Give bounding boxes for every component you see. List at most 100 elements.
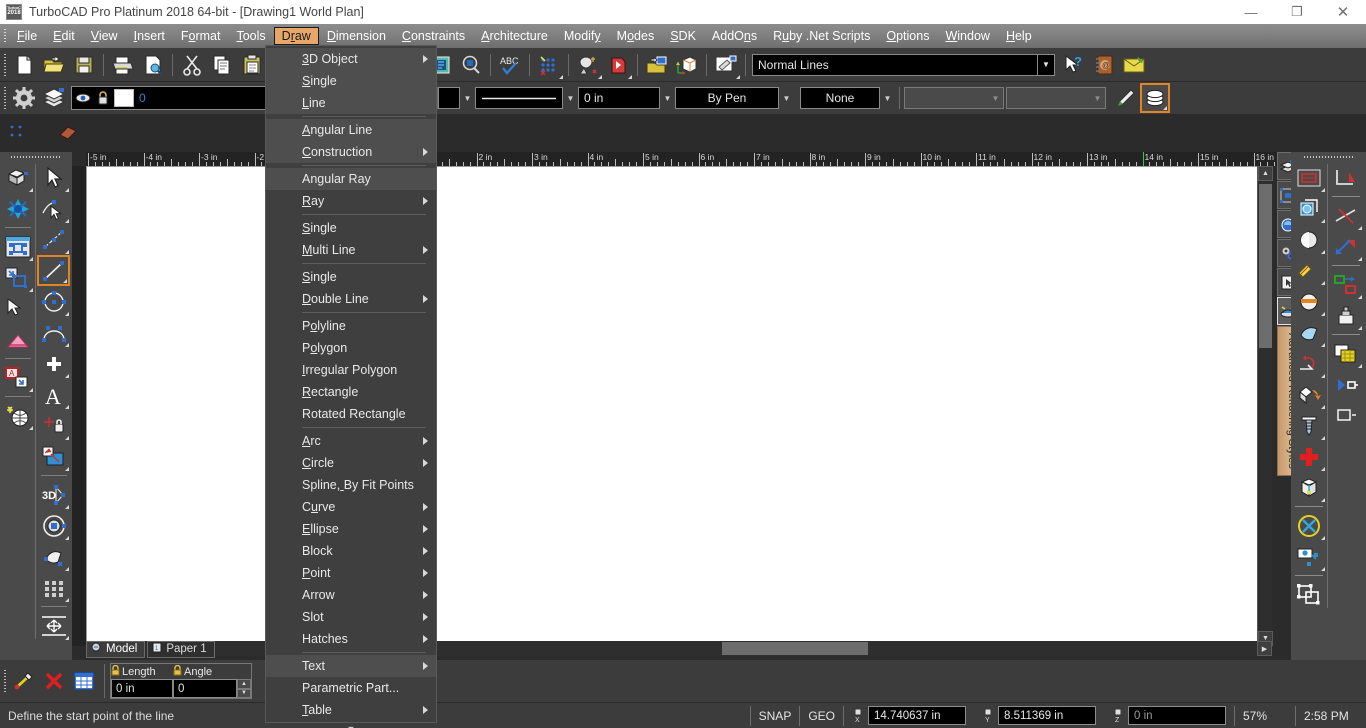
scroll-up-button[interactable]: ▲: [1258, 166, 1273, 181]
line-style-combo[interactable]: Normal Lines: [752, 53, 1038, 76]
menu-format[interactable]: Format: [173, 27, 229, 45]
right-dock-grip[interactable]: [1291, 152, 1366, 162]
menu-view[interactable]: View: [83, 27, 126, 45]
help-cursor-icon[interactable]: ?: [1059, 50, 1089, 80]
menu-item-spline-by-fit-points[interactable]: Spline, By Fit Points: [266, 474, 436, 496]
tool-snap-settings[interactable]: [1, 193, 34, 224]
tool-render-scene[interactable]: A: [1, 362, 34, 393]
layers-icon[interactable]: [39, 83, 69, 113]
tool-circle[interactable]: [37, 286, 70, 317]
menu-options[interactable]: Options: [878, 27, 937, 45]
menu-item-curve[interactable]: Curve: [266, 496, 436, 518]
tab-paper-1[interactable]: 1 Paper 1: [147, 640, 215, 658]
new-file-icon[interactable]: [9, 50, 39, 80]
tool-point[interactable]: [37, 348, 70, 379]
tool-image-fill[interactable]: [37, 441, 70, 472]
line-style-combo-arrow[interactable]: ▼: [1038, 53, 1055, 76]
tool-3d-object[interactable]: 3D: [37, 479, 70, 510]
menubar-grip[interactable]: [0, 24, 9, 48]
left-dock-grip[interactable]: [0, 152, 72, 162]
address-book-icon[interactable]: @: [1089, 50, 1119, 80]
menu-modes[interactable]: Modes: [609, 27, 663, 45]
menu-insert[interactable]: Insert: [126, 27, 173, 45]
vertical-scroll-thumb[interactable]: [1259, 184, 1272, 348]
menu-item-ellipse[interactable]: Ellipse: [266, 518, 436, 540]
menu-scroll-down-icon[interactable]: ▼: [266, 721, 436, 728]
menu-item-text[interactable]: Text: [266, 655, 436, 677]
maximize-button[interactable]: ❐: [1274, 0, 1320, 24]
tool-angle-measure[interactable]: [1329, 162, 1363, 193]
menu-sdk[interactable]: SDK: [662, 27, 704, 45]
magic-wand-icon[interactable]: [9, 666, 39, 696]
menu-item-3d-object[interactable]: 3D Object: [266, 48, 436, 70]
menu-item-construction[interactable]: Construction: [266, 141, 436, 163]
menu-item-slot[interactable]: Slot: [266, 606, 436, 628]
lock-icon[interactable]: [173, 664, 182, 679]
mail-icon[interactable]: [1119, 50, 1149, 80]
menu-draw[interactable]: Draw: [273, 27, 319, 45]
tool-viewport[interactable]: [1292, 162, 1326, 193]
tool-constraint-lock[interactable]: [37, 410, 70, 441]
menu-file[interactable]: File: [9, 27, 45, 45]
tool-sphere-primitive[interactable]: [1292, 224, 1326, 255]
vertical-ruler[interactable]: [72, 166, 86, 646]
render-icon[interactable]: [573, 50, 603, 80]
geo-status[interactable]: GEO: [800, 703, 843, 728]
copy-icon[interactable]: [207, 50, 237, 80]
brush-style-arrow[interactable]: ▼: [779, 87, 794, 109]
pen-color-swatch-box[interactable]: [438, 87, 460, 109]
menu-item-angular-ray[interactable]: Angular Ray: [266, 168, 436, 190]
menu-addons[interactable]: AddOns: [704, 27, 765, 45]
tool-medical-cross[interactable]: [1292, 441, 1326, 472]
print-preview-icon[interactable]: [138, 50, 168, 80]
z-coordinate-input[interactable]: 0 in: [1128, 706, 1226, 725]
tool-mirror-copy[interactable]: [1329, 231, 1363, 262]
tool-select-arrow[interactable]: [37, 162, 70, 193]
tool-trim-lines[interactable]: [1329, 200, 1363, 231]
tool-move-resize[interactable]: [37, 610, 70, 641]
menu-item-line[interactable]: Line: [266, 92, 436, 114]
gear-icon[interactable]: [9, 83, 39, 113]
angle-stepper-up[interactable]: ▲: [237, 679, 251, 689]
y-coordinate-input[interactable]: 8.511369 in: [998, 706, 1096, 725]
length-input[interactable]: 0 in: [111, 679, 173, 698]
tool-collapse-selection[interactable]: [1292, 510, 1326, 541]
visibility-icon[interactable]: [72, 92, 94, 104]
coordinate-toolbar-grip[interactable]: [0, 666, 9, 696]
menu-constraints[interactable]: Constraints: [394, 27, 473, 45]
tool-select-by-criteria[interactable]: [1, 262, 34, 293]
menu-architecture[interactable]: Architecture: [473, 27, 556, 45]
hatch-pattern-combo[interactable]: None: [800, 87, 880, 109]
minimize-button[interactable]: —: [1228, 0, 1274, 24]
tool-globe-render[interactable]: [1, 400, 34, 431]
line-width-combo[interactable]: 0 in: [578, 87, 660, 109]
tool-dimension-palette[interactable]: [1, 324, 34, 355]
select-edit-icon[interactable]: [711, 50, 741, 80]
pen-color-arrow[interactable]: ▼: [460, 87, 475, 109]
snap-grid-icon[interactable]: [534, 50, 564, 80]
paste-icon[interactable]: [237, 50, 267, 80]
print-icon[interactable]: [108, 50, 138, 80]
menu-tools[interactable]: Tools: [228, 27, 273, 45]
x-coordinate-input[interactable]: 14.740637 in: [868, 706, 966, 725]
menu-item-arc[interactable]: Arc: [266, 430, 436, 452]
tool-line-segment[interactable]: [37, 224, 70, 255]
tool-pattern-fill[interactable]: [1329, 338, 1363, 369]
menu-window[interactable]: Window: [937, 27, 997, 45]
menu-item-circle[interactable]: Circle: [266, 452, 436, 474]
menu-item-single[interactable]: Single: [266, 70, 436, 92]
open-file-icon[interactable]: [39, 50, 69, 80]
tool-properties-palette[interactable]: [1, 231, 34, 262]
tool-array-copy[interactable]: [37, 572, 70, 603]
menu-item-block[interactable]: Block: [266, 540, 436, 562]
tool-cube-insert[interactable]: [1292, 472, 1326, 503]
hatch-pattern-arrow[interactable]: ▼: [880, 87, 895, 109]
drawing-canvas[interactable]: [86, 166, 1266, 646]
spell-check-icon[interactable]: ABC: [495, 50, 525, 80]
tool-measure-tools[interactable]: [1292, 255, 1326, 286]
menu-item-rectangle[interactable]: Rectangle: [266, 381, 436, 403]
menu-modify[interactable]: Modify: [556, 27, 609, 45]
tool-screw-thread[interactable]: [1292, 410, 1326, 441]
tool-align-objects[interactable]: [1329, 269, 1363, 300]
tool-select-edit-cursor[interactable]: [1, 293, 34, 324]
